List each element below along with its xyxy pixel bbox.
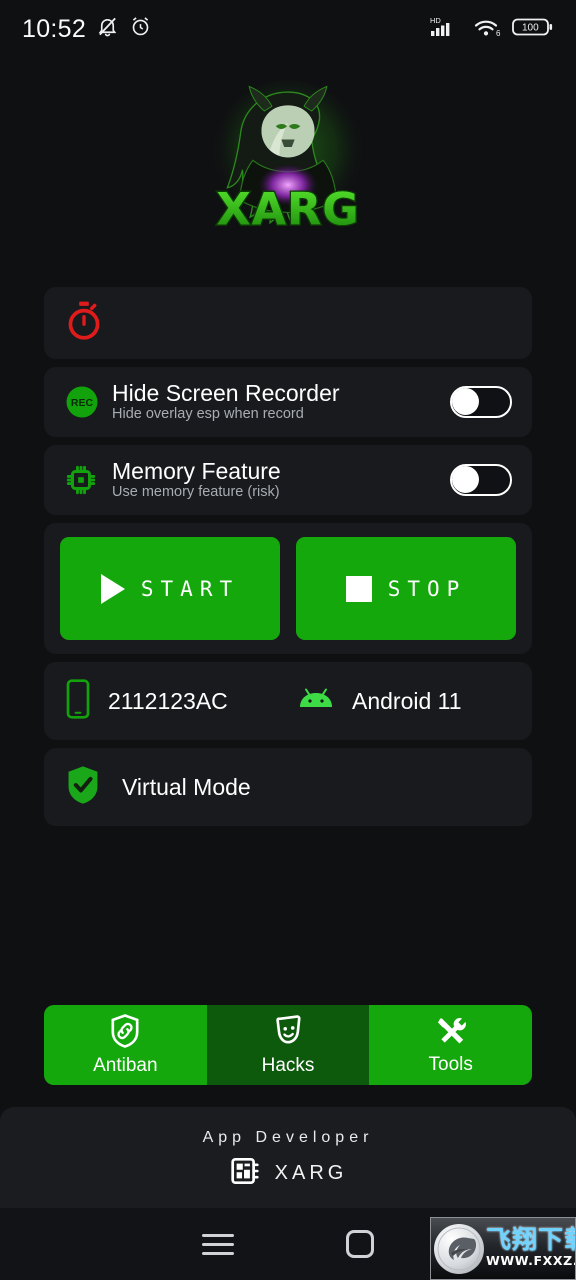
- app-logo: XARG XARG: [0, 58, 576, 273]
- status-bar-left: 10:52: [22, 15, 152, 44]
- virtual-mode-label: Virtual Mode: [122, 773, 251, 800]
- battery-level: 100: [522, 22, 539, 33]
- status-bar-right: HD 6 100: [430, 15, 554, 44]
- tab-tools[interactable]: Tools: [369, 1005, 532, 1085]
- virtual-mode-card: Virtual Mode: [44, 748, 532, 826]
- tab-hacks[interactable]: Hacks: [206, 1005, 370, 1085]
- setting-subtitle: Hide overlay esp when record: [112, 406, 304, 423]
- stop-label: STOP: [387, 576, 467, 601]
- svg-text:XARG: XARG: [216, 185, 359, 236]
- flex-spacer: [0, 826, 576, 1005]
- home-square-icon[interactable]: [346, 1230, 374, 1258]
- home-square-shape: [346, 1230, 374, 1258]
- watermark-texts: 飞翔下载 WWW.FXXZ.COM: [486, 1225, 576, 1270]
- start-label: START: [140, 576, 240, 601]
- system-nav-bar: 飞翔下载 WWW.FXXZ.COM: [0, 1208, 576, 1280]
- setting-title: Memory Feature: [112, 457, 281, 484]
- device-model: 2112123AC: [108, 687, 228, 714]
- stop-square-icon: [345, 575, 372, 602]
- memory-feature-toggle[interactable]: [450, 464, 512, 496]
- device-os: Android 11: [352, 687, 462, 714]
- theater-mask-icon: [271, 1013, 305, 1052]
- play-icon: [100, 573, 125, 604]
- svg-text:6: 6: [496, 29, 501, 38]
- xarg-logo-art: XARG XARG: [198, 73, 378, 258]
- tab-label: Antiban: [93, 1055, 158, 1076]
- watermark-url: WWW.FXXZ.COM: [486, 1253, 576, 1269]
- setting-texts: Memory Feature Use memory feature (risk): [112, 457, 450, 502]
- shield-link-icon: [108, 1013, 142, 1052]
- status-time: 10:52: [22, 14, 87, 43]
- stop-button[interactable]: STOP: [296, 537, 516, 640]
- alarm-clock-icon: [129, 15, 152, 43]
- status-bar: 10:52 HD 6 100: [0, 0, 576, 58]
- watermark-cn-text: 飞翔下载: [486, 1225, 575, 1255]
- wifi-icon: 6: [473, 15, 503, 44]
- toggle-knob: [452, 388, 479, 415]
- bottom-tabs: Antiban Hacks Tools: [44, 1005, 532, 1085]
- developer-name: XARG: [274, 1162, 348, 1184]
- watermark-logo-icon: [434, 1223, 484, 1274]
- tab-label: Tools: [428, 1054, 473, 1075]
- footer: App Developer XARG: [0, 1107, 576, 1208]
- tab-label: Hacks: [261, 1055, 315, 1076]
- hide-screen-recorder-toggle[interactable]: [450, 386, 512, 418]
- toggle-knob: [452, 466, 479, 493]
- developer-row: XARG: [229, 1155, 348, 1192]
- app-screen: 10:52 HD 6 100 XARG XARG REC Hide Screen…: [0, 0, 576, 1280]
- stopwatch-icon: [64, 300, 104, 347]
- signal-bars-icon: HD: [430, 15, 464, 44]
- setting-subtitle: Use memory feature (risk): [112, 484, 280, 501]
- site-watermark: 飞翔下载 WWW.FXXZ.COM: [430, 1217, 576, 1280]
- svg-text:HD: HD: [430, 16, 441, 25]
- start-button[interactable]: START: [60, 537, 280, 640]
- svg-text:REC: REC: [71, 397, 94, 409]
- tab-antiban[interactable]: Antiban: [44, 1005, 207, 1085]
- smartphone-icon: [64, 678, 92, 724]
- android-icon: [296, 686, 336, 717]
- hamburger-lines: [202, 1233, 234, 1255]
- action-buttons-card: START STOP: [44, 523, 532, 654]
- setting-texts: Hide Screen Recorder Hide overlay esp wh…: [112, 379, 450, 424]
- device-info-card: 2112123AC Android 11: [44, 662, 532, 740]
- cpu-chip-icon: [64, 463, 112, 497]
- shield-check-icon: [64, 764, 102, 811]
- developer-label: App Developer: [202, 1129, 374, 1146]
- setting-title: Hide Screen Recorder: [112, 379, 340, 406]
- rec-icon: REC: [64, 384, 112, 420]
- battery-icon: 100: [512, 16, 554, 43]
- microchip-icon: [229, 1155, 261, 1192]
- wrench-screwdriver-icon: [434, 1014, 468, 1051]
- setting-row-hide-screen-recorder[interactable]: REC Hide Screen Recorder Hide overlay es…: [44, 367, 532, 437]
- device-model-group: 2112123AC: [64, 678, 280, 724]
- setting-row-memory-feature[interactable]: Memory Feature Use memory feature (risk): [44, 445, 532, 515]
- device-os-group: Android 11: [280, 686, 512, 717]
- bell-off-icon: [96, 15, 119, 43]
- timer-card: [44, 287, 532, 359]
- hamburger-icon[interactable]: [202, 1233, 234, 1255]
